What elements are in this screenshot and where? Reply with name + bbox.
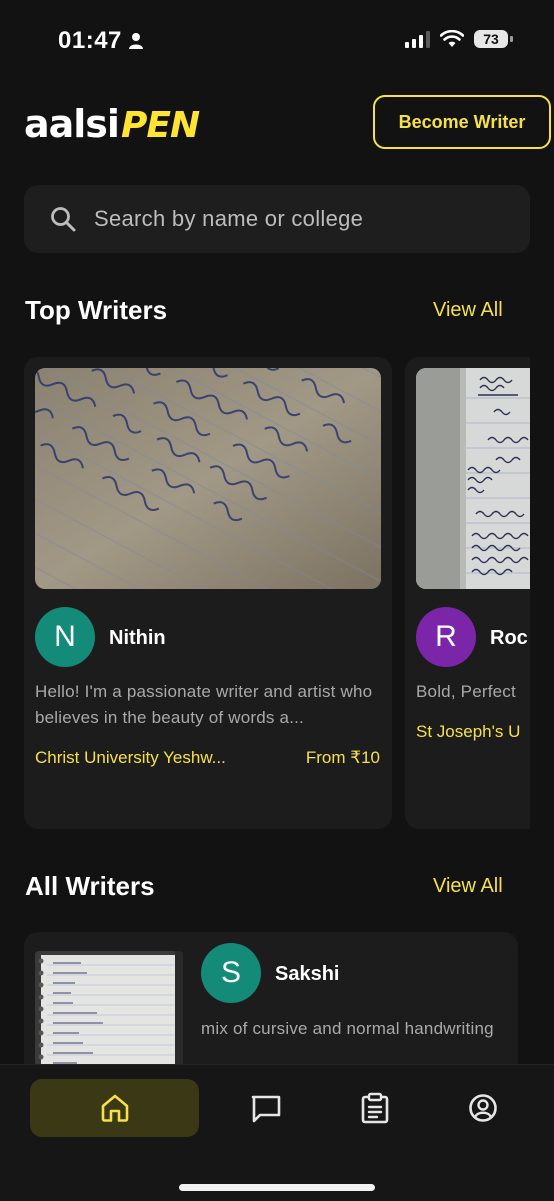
writer-name: Sakshi	[275, 963, 340, 985]
writer-college: Christ University Yeshw...	[35, 748, 226, 767]
cellular-signal-icon	[405, 30, 430, 48]
nav-messages[interactable]	[236, 1079, 296, 1137]
bottom-navigation	[0, 1064, 554, 1201]
person-icon	[128, 33, 143, 49]
logo-accent-text: PEN	[120, 105, 200, 146]
battery-level: 73	[483, 31, 499, 47]
all-writers-view-all-link[interactable]: View All	[433, 875, 503, 898]
writer-avatar: S	[201, 943, 261, 1003]
clipboard-icon	[361, 1092, 389, 1124]
writer-avatar: R	[416, 607, 476, 667]
writer-description: Bold, Perfect	[416, 682, 516, 701]
chat-icon	[251, 1095, 281, 1123]
battery-icon: 73	[474, 30, 513, 48]
nav-orders[interactable]	[345, 1079, 405, 1137]
top-writers-view-all-link[interactable]: View All	[433, 299, 503, 322]
status-bar-time: 01:47	[58, 27, 144, 55]
writer-description: mix of cursive and normal handwriting	[201, 1019, 494, 1038]
handwriting-sample-image	[416, 368, 530, 589]
time-label: 01:47	[58, 27, 122, 54]
app-logo: aalsi PEN	[24, 102, 200, 146]
avatar-initial: N	[54, 620, 76, 653]
handwriting-sample-image	[35, 951, 183, 1071]
writer-description: Hello! I'm a passionate writer and artis…	[35, 682, 373, 727]
nav-home[interactable]	[30, 1079, 199, 1137]
home-indicator	[179, 1184, 375, 1191]
writer-name: Roc	[490, 627, 528, 649]
writer-name: Nithin	[109, 627, 166, 649]
all-writers-title: All Writers	[25, 871, 155, 901]
logo-main-text: aalsi	[24, 102, 120, 146]
writer-avatar: N	[35, 607, 95, 667]
profile-icon	[469, 1094, 497, 1122]
top-writers-title: Top Writers	[25, 295, 168, 325]
search-input[interactable]	[92, 205, 496, 233]
wifi-icon	[440, 30, 464, 47]
search-icon	[50, 206, 76, 232]
home-icon	[101, 1094, 128, 1122]
search-bar[interactable]	[24, 185, 530, 253]
top-writer-card[interactable]: R Roc Bold, Perfect St Joseph's U	[405, 357, 530, 829]
status-bar-indicators: 73	[405, 30, 513, 48]
avatar-initial: R	[435, 620, 457, 653]
avatar-initial: S	[220, 956, 241, 989]
become-writer-button[interactable]: Become Writer	[373, 95, 551, 149]
top-writer-card-clip: R Roc Bold, Perfect St Joseph's U	[405, 357, 530, 829]
top-writer-card[interactable]: N Nithin Hello! I'm a passionate writer …	[24, 357, 392, 829]
writer-college: St Joseph's U	[416, 722, 521, 741]
writer-price: From ₹10	[305, 748, 380, 767]
nav-profile[interactable]	[453, 1079, 513, 1137]
handwriting-sample-image	[35, 368, 381, 589]
